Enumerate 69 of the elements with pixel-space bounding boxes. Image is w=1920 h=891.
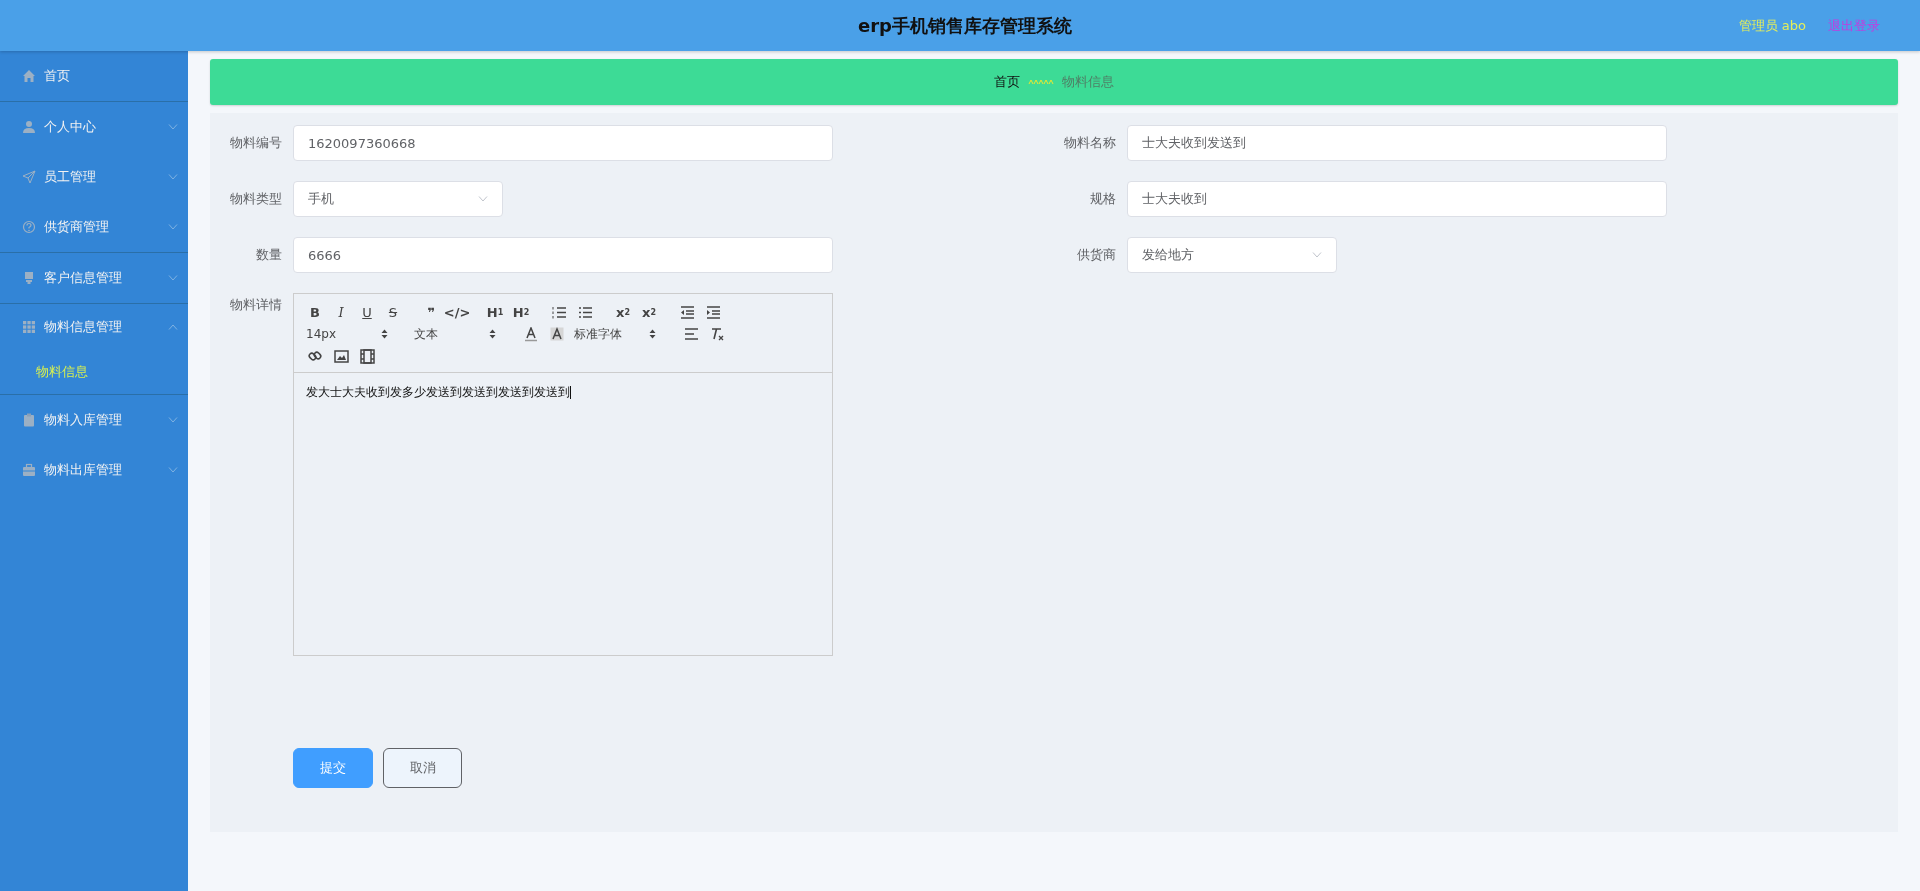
help-icon [22, 220, 36, 234]
outdent-icon [679, 304, 695, 320]
toolbar-select[interactable]: 文本 [410, 325, 508, 343]
send-icon [22, 170, 36, 184]
highlight-icon [550, 327, 564, 341]
bullet-list-icon [577, 304, 593, 320]
format-button[interactable]: I [328, 302, 354, 322]
sidebar-item[interactable]: 物料入库管理 [0, 395, 188, 445]
input-field[interactable]: 1620097360668 [293, 125, 833, 161]
sidebar-item[interactable]: 物料信息管理 [0, 304, 188, 350]
chevron-icon [168, 467, 178, 473]
indent-icon [705, 304, 721, 320]
breadcrumb-link[interactable]: 首页 [994, 73, 1020, 91]
format-button[interactable]: ❞ [418, 302, 444, 322]
briefcase-icon [22, 463, 36, 477]
toolbar-select[interactable]: 标准字体 [570, 325, 668, 343]
text-color-icon [524, 326, 538, 342]
person-icon [22, 120, 36, 134]
updown-icon [381, 329, 388, 339]
updown-icon [649, 329, 656, 339]
select-field[interactable]: 手机 [293, 181, 503, 217]
chevron-icon [168, 174, 178, 180]
ordered-list-icon [551, 304, 567, 320]
sidebar-item[interactable]: 供货商管理 [0, 202, 188, 252]
updown-icon [489, 329, 496, 339]
sidebar-item[interactable]: 员工管理 [0, 152, 188, 202]
sidebar-item[interactable]: 客户信息管理 [0, 253, 188, 303]
format-button[interactable]: U [354, 302, 380, 322]
select-field[interactable]: 发给地方 [1127, 237, 1337, 273]
field-label: 规格 [1089, 190, 1117, 208]
chevron-icon [168, 124, 178, 130]
image-icon [333, 348, 349, 364]
toolbar-select[interactable]: 14px [302, 327, 400, 341]
link-icon [307, 348, 323, 364]
editor-text: 发大士大夫收到发多少发送到发送到发送到发送到 [306, 385, 570, 399]
separator-icon [1028, 78, 1054, 86]
cancel-button[interactable]: 取消 [383, 748, 462, 788]
field-label: 物料类型 [229, 190, 283, 208]
field-label: 物料详情 [229, 296, 283, 314]
user-name: 管理员 abo [1738, 16, 1806, 35]
input-field[interactable]: 士大夫收到发送到 [1127, 125, 1667, 161]
clipboard-icon [22, 413, 36, 427]
editor-body[interactable]: 发大士大夫收到发多少发送到发送到发送到发送到 [294, 373, 832, 655]
format-button[interactable]: B [302, 302, 328, 322]
format-button[interactable]: </> [444, 302, 470, 322]
grid-icon [22, 320, 36, 334]
field-label: 物料编号 [229, 134, 283, 152]
field-label: 物料名称 [1063, 134, 1117, 152]
format-button[interactable]: x$^{2}$ [636, 302, 662, 322]
chevron-icon [1312, 252, 1322, 258]
chevron-icon [168, 275, 178, 281]
sidebar-item[interactable]: 个人中心 [0, 102, 188, 152]
sidebar-item[interactable]: 首页 [0, 51, 188, 101]
input-field[interactable]: 6666 [293, 237, 833, 273]
chevron-icon [168, 417, 178, 423]
stamp-icon [22, 271, 36, 285]
field-label: 供货商 [1076, 246, 1117, 264]
sidebar-item[interactable]: 物料出库管理 [0, 445, 188, 495]
field-label: 数量 [255, 246, 283, 264]
clear-format-icon [710, 327, 724, 341]
chevron-icon [168, 324, 178, 330]
video-icon [359, 348, 375, 364]
chevron-icon [478, 196, 488, 202]
input-field[interactable]: 士大夫收到 [1127, 181, 1667, 217]
home-icon [22, 69, 36, 83]
align-icon [683, 327, 699, 341]
chevron-icon [168, 224, 178, 230]
app-title: erp手机销售库存管理系统 [858, 13, 1072, 38]
format-button[interactable]: S [380, 302, 406, 322]
